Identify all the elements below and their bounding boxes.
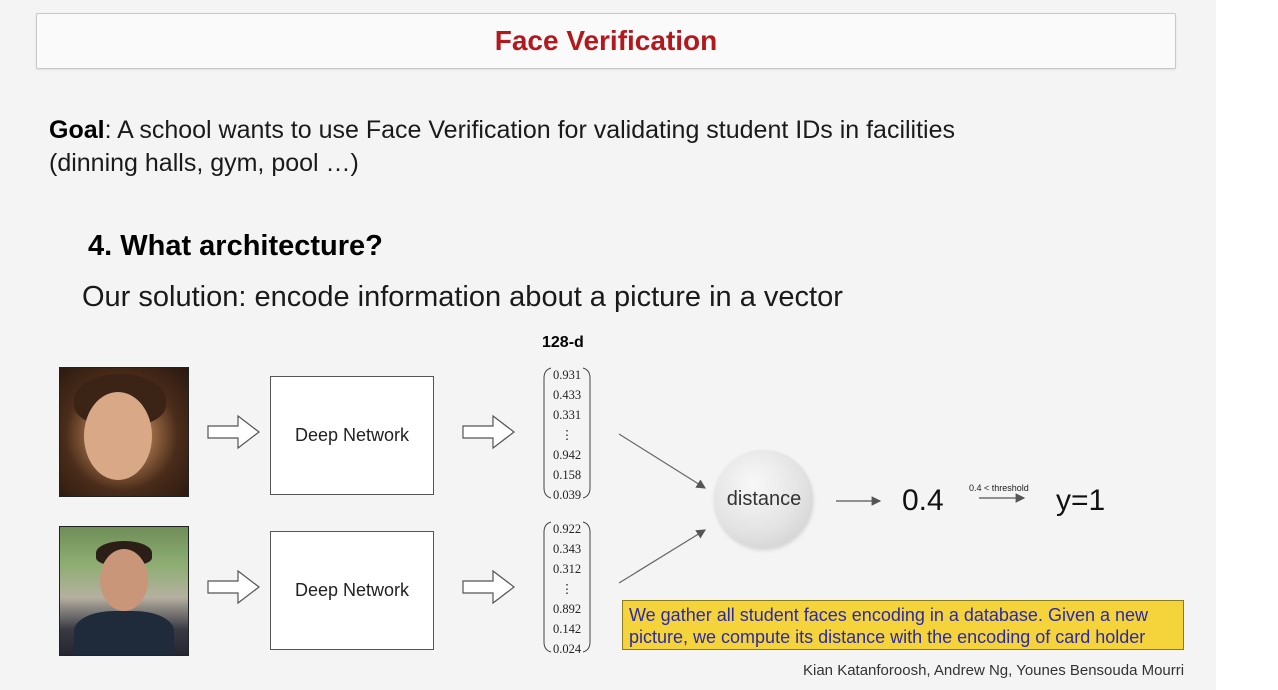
hollow-arrow-icon-4 [462, 569, 515, 605]
hollow-arrow-icon-3 [207, 569, 260, 605]
arrow-vector1-to-distance [618, 433, 707, 489]
verification-result: y=1 [1056, 484, 1106, 517]
vector2-entry: 0.024 [552, 642, 582, 656]
vector1-entry: 0.433 [552, 388, 582, 402]
vector1-entry: 0.931 [552, 368, 582, 382]
vector2-entry: 0.312 [552, 562, 582, 576]
encoding-vector-2: 0.922 0.343 0.312 ⋮ 0.892 0.142 0.024 [542, 519, 592, 659]
hollow-arrow-icon-1 [207, 414, 260, 450]
vector1-entry: 0.331 [552, 408, 582, 422]
vector1-ellipsis: ⋮ [560, 428, 574, 442]
vector2-entry: 0.142 [552, 622, 582, 636]
vector1-entry: 0.039 [552, 488, 582, 502]
vector1-entry: 0.942 [552, 448, 582, 462]
vector2-ellipsis: ⋮ [560, 582, 574, 596]
vector2-entry: 0.343 [552, 542, 582, 556]
vector2-entry: 0.892 [552, 602, 582, 616]
arrow-vector2-to-distance [618, 529, 707, 584]
vector1-entry: 0.158 [552, 468, 582, 482]
distance-node: distance [715, 450, 813, 548]
author-credit: Kian Katanforoosh, Andrew Ng, Younes Ben… [803, 662, 1185, 679]
distance-value: 0.4 [902, 484, 944, 517]
vector2-entry: 0.922 [552, 522, 582, 536]
threshold-label: 0.4 < threshold [969, 483, 1029, 493]
hollow-arrow-icon-2 [462, 414, 515, 450]
diagram-arrows [207, 367, 1026, 653]
highlight-note: We gather all student faces encoding in … [622, 600, 1184, 650]
encoding-vector-1: 0.931 0.433 0.331 ⋮ 0.942 0.158 0.039 [542, 365, 592, 505]
distance-label: distance [726, 487, 802, 510]
